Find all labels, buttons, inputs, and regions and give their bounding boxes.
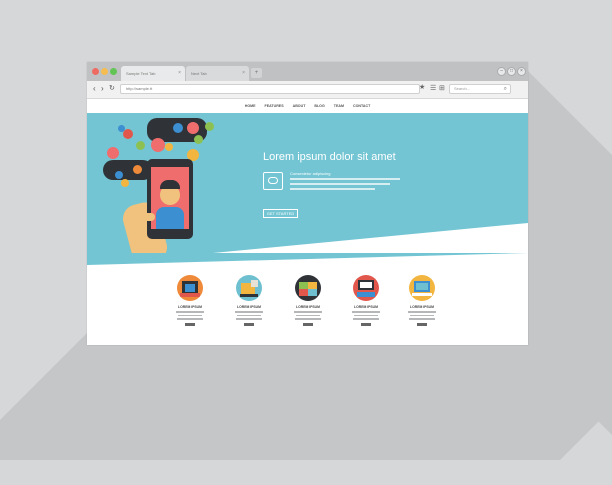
- settings-icon: [173, 123, 183, 133]
- avatar-hair: [160, 180, 180, 189]
- maximize-dot-icon[interactable]: [110, 68, 117, 75]
- feature-more-button[interactable]: [417, 322, 427, 326]
- tab-label: Sample Text Tab: [126, 71, 156, 76]
- nav-item-team[interactable]: TEAM: [334, 99, 344, 113]
- feature-title: LOREM IPSUM: [296, 305, 320, 309]
- feature-text-line: [177, 318, 203, 320]
- phone-screen: [151, 167, 189, 229]
- feature-text-line: [294, 311, 322, 313]
- globe-icon: [194, 135, 203, 144]
- speech-bubble: [103, 160, 153, 180]
- browser-toolbar: ‹ › ↻ http://sample.tt ★ ☰ ⊞ Search... ⌕: [87, 81, 528, 99]
- feature-text-line: [236, 318, 262, 320]
- back-icon[interactable]: ‹: [93, 84, 96, 94]
- location-icon: [165, 143, 173, 151]
- site-nav: HOME FEATURES ABOUT BLOG TEAM CONTACT: [87, 99, 528, 113]
- feature-title: LOREM IPSUM: [178, 305, 202, 309]
- menu-icon[interactable]: ☰: [430, 84, 436, 94]
- tab-sample[interactable]: Sample Text Tab ×: [121, 66, 185, 81]
- hero-section: Lorem ipsum dolor sit amet Consectetur a…: [87, 113, 528, 253]
- feature-illustration-icon: [177, 275, 203, 301]
- mail-icon: [151, 138, 165, 152]
- feature-card[interactable]: LOREM IPSUM: [291, 275, 325, 326]
- feature-more-button[interactable]: [303, 322, 313, 326]
- feature-card[interactable]: LOREM IPSUM: [405, 275, 439, 326]
- feature-text-line: [295, 318, 321, 320]
- feature-card[interactable]: LOREM IPSUM: [349, 275, 383, 326]
- feature-card[interactable]: LOREM IPSUM: [173, 275, 207, 326]
- feature-text-line: [352, 311, 380, 313]
- music-icon: [133, 165, 142, 174]
- feature-title: Consectetur adipiscing: [290, 171, 331, 176]
- close-dot-icon[interactable]: [92, 68, 99, 75]
- address-bar[interactable]: http://sample.tt: [120, 84, 420, 94]
- new-tab-button[interactable]: +: [251, 68, 262, 78]
- minimize-icon[interactable]: –: [497, 67, 506, 76]
- feature-text-line: [178, 314, 202, 316]
- search-input[interactable]: Search... ⌕: [449, 84, 511, 94]
- feature-illustration-icon: [409, 275, 435, 301]
- feature-text-line: [296, 314, 320, 316]
- headphones-icon: [107, 147, 119, 159]
- feature-text-line: [290, 183, 390, 185]
- minimize-dot-icon[interactable]: [101, 68, 108, 75]
- forward-icon[interactable]: ›: [101, 84, 104, 94]
- feature-illustration-icon: [353, 275, 379, 301]
- feature-title: LOREM IPSUM: [410, 305, 434, 309]
- feature-text-line: [290, 178, 400, 180]
- share-icon: [118, 125, 125, 132]
- feature-illustration-icon: [295, 275, 321, 301]
- nav-item-home[interactable]: HOME: [245, 99, 256, 113]
- close-icon[interactable]: ×: [517, 67, 526, 76]
- tab-label: Next Tab: [191, 71, 207, 76]
- browser-window: Sample Text Tab × Next Tab × + – □ × ‹ ›…: [87, 62, 528, 345]
- tab-next[interactable]: Next Tab ×: [186, 66, 249, 81]
- tab-close-icon[interactable]: ×: [178, 66, 181, 81]
- chat-icon: [136, 141, 145, 150]
- nav-item-about[interactable]: ABOUT: [293, 99, 306, 113]
- feature-text-line: [354, 314, 378, 316]
- feature-text-line: [290, 188, 375, 190]
- feature-title: LOREM IPSUM: [354, 305, 378, 309]
- tab-bar: Sample Text Tab × Next Tab × + – □ ×: [87, 62, 528, 81]
- nav-item-contact[interactable]: CONTACT: [353, 99, 370, 113]
- feature-text-line: [176, 311, 204, 313]
- reload-icon[interactable]: ↻: [109, 84, 115, 94]
- feature-text-line: [353, 318, 379, 320]
- feature-more-button[interactable]: [244, 322, 254, 326]
- star-icon[interactable]: ★: [419, 83, 425, 93]
- smartphone-illustration: [147, 159, 193, 239]
- heart-icon: [123, 129, 133, 139]
- window-shadow: [0, 330, 612, 460]
- feature-text-line: [410, 314, 434, 316]
- feature-text-line: [408, 311, 436, 313]
- get-started-button[interactable]: GET STARTED: [263, 209, 298, 218]
- save-icon[interactable]: ⊞: [439, 84, 445, 94]
- camera-icon: [187, 122, 199, 134]
- maximize-icon[interactable]: □: [507, 67, 516, 76]
- feature-illustration-icon: [236, 275, 262, 301]
- feature-card[interactable]: LOREM IPSUM: [232, 275, 266, 326]
- feature-chat-icon: [263, 172, 283, 190]
- search-icon[interactable]: ⌕: [504, 85, 507, 93]
- video-icon: [205, 122, 214, 131]
- feature-more-button[interactable]: [185, 322, 195, 326]
- feature-title: LOREM IPSUM: [237, 305, 261, 309]
- tab-close-icon[interactable]: ×: [242, 66, 245, 81]
- nav-item-blog[interactable]: BLOG: [314, 99, 324, 113]
- thumb-illustration: [139, 213, 155, 221]
- feature-text-line: [237, 314, 261, 316]
- search-placeholder: Search...: [454, 86, 471, 91]
- avatar-body: [156, 207, 184, 229]
- star-badge-icon: [121, 179, 129, 187]
- feature-text-line: [235, 311, 263, 313]
- hero-title: Lorem ipsum dolor sit amet: [263, 151, 396, 163]
- phone-call-icon: [115, 171, 123, 179]
- feature-more-button[interactable]: [361, 322, 371, 326]
- feature-text-line: [409, 318, 435, 320]
- nav-item-features[interactable]: FEATURES: [265, 99, 284, 113]
